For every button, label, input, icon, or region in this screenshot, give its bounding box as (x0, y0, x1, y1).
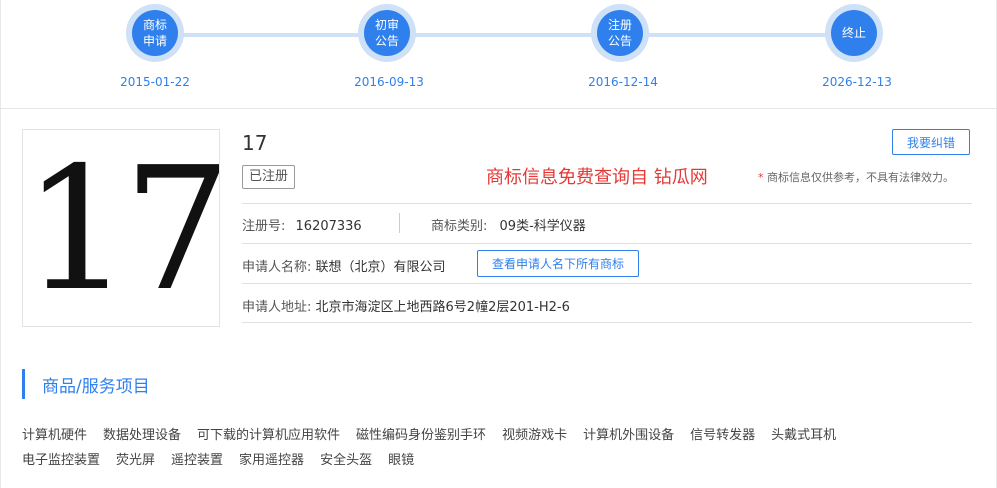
reg-number-value: 16207336 (295, 219, 362, 234)
timeline-node-label: 商标 (142, 18, 167, 32)
goods-item: 信号转发器 (690, 428, 756, 443)
timeline-connector (155, 33, 855, 37)
address-value: 北京市海淀区上地西路6号2幢2层201-H2-6 (315, 300, 570, 315)
goods-item: 电子监控装置 (22, 453, 101, 468)
timeline-node-label: 申请 (142, 34, 167, 48)
goods-item: 遥控装置 (171, 453, 224, 468)
timeline-node-register: 注册 公告 (591, 4, 649, 62)
goods-item: 安全头盔 (320, 453, 373, 468)
trademark-image: 17 (22, 129, 220, 327)
divider (242, 322, 972, 323)
timeline-node-label: 公告 (374, 34, 399, 48)
status-badge: 已注册 (242, 165, 296, 189)
goods-item: 可下载的计算机应用软件 (197, 428, 341, 443)
section-title: 商品/服务项目 (42, 377, 150, 397)
goods-item: 磁性编码身份鉴别手环 (356, 428, 487, 443)
class-value: 09类-科学仪器 (499, 219, 586, 234)
goods-list-row-1: 计算机硬件 数据处理设备 可下载的计算机应用软件 磁性编码身份鉴别手环 视频游戏卡 计算机… (22, 424, 852, 443)
goods-item: 计算机硬件 (22, 428, 88, 443)
divider (242, 243, 972, 244)
section-accent-bar (22, 369, 25, 399)
trademark-name: 17 (242, 131, 268, 155)
divider (242, 203, 972, 204)
goods-item: 数据处理设备 (103, 428, 182, 443)
goods-item: 荧光屏 (116, 453, 156, 468)
field-divider (399, 213, 400, 233)
reg-number-field: 注册号: 16207336 (242, 215, 362, 234)
goods-item: 视频游戏卡 (502, 428, 568, 443)
report-error-button[interactable]: 我要纠错 (892, 129, 970, 155)
applicant-field: 申请人名称: 联想（北京）有限公司 (242, 256, 446, 275)
timeline-node-apply: 商标 申请 (126, 4, 184, 62)
class-field: 商标类别: 09类-科学仪器 (431, 215, 586, 234)
timeline-date: 2015-01-22 (120, 75, 190, 89)
timeline-node-prelim: 初审 公告 (358, 4, 416, 62)
timeline-node-label: 注册 (607, 18, 632, 32)
timeline-node-end: 终止 (825, 4, 883, 62)
class-label: 商标类别: (431, 219, 488, 234)
goods-item: 眼镜 (388, 453, 415, 468)
timeline-node-label: 公告 (607, 34, 632, 48)
timeline-date: 2016-09-13 (354, 75, 424, 89)
goods-item: 计算机外围设备 (583, 428, 675, 443)
goods-list-row-2: 电子监控装置 荧光屏 遥控装置 家用遥控器 安全头盔 眼镜 (22, 449, 430, 468)
timeline-date: 2026-12-13 (822, 75, 892, 89)
address-field: 申请人地址: 北京市海淀区上地西路6号2幢2层201-H2-6 (242, 296, 570, 315)
reg-number-label: 注册号: (242, 219, 286, 234)
goods-item: 头戴式耳机 (771, 428, 837, 443)
applicant-value: 联想（北京）有限公司 (315, 260, 446, 275)
disclaimer-body: 商标信息仅供参考，不具有法律效力。 (767, 171, 954, 184)
address-label: 申请人地址: (242, 300, 312, 315)
view-applicant-trademarks-button[interactable]: 查看申请人名下所有商标 (477, 250, 639, 277)
divider (242, 283, 972, 284)
promo-text: 商标信息免费查询自 钻瓜网 (486, 167, 708, 188)
timeline-node-label: 终止 (841, 26, 866, 40)
disclaimer-text: * 商标信息仅供参考，不具有法律效力。 (758, 169, 954, 185)
timeline-node-label: 初审 (374, 18, 399, 32)
status-timeline: 商标申请 2015-01-22 初审公告 2016-09-13 注册公告 201… (0, 0, 997, 109)
timeline-date: 2016-12-14 (588, 75, 658, 89)
trademark-image-text: 17 (23, 131, 220, 327)
disclaimer-star: * (758, 171, 764, 184)
goods-item: 家用遥控器 (239, 453, 305, 468)
applicant-label: 申请人名称: (242, 260, 312, 275)
